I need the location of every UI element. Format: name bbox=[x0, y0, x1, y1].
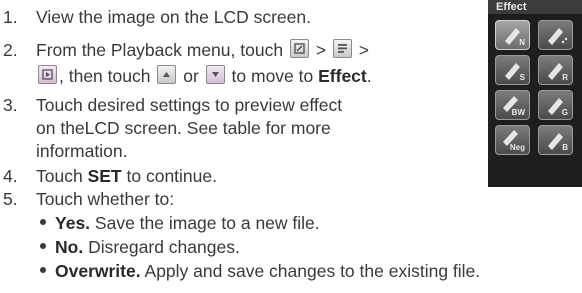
step-text-part: Touch bbox=[36, 166, 83, 186]
playback-icon bbox=[38, 65, 57, 84]
down-arrow-icon bbox=[205, 65, 225, 84]
option-label: No. bbox=[55, 237, 84, 257]
option-description: Save the image to a new file. bbox=[94, 213, 320, 233]
step-text: From the Playback menu, touch > > bbox=[36, 38, 369, 62]
bullet-dot bbox=[40, 243, 46, 249]
step-number: 5. bbox=[3, 189, 18, 209]
tile-label: G bbox=[561, 108, 568, 117]
bullet-dot bbox=[40, 219, 46, 225]
effect-tile-bw[interactable]: BW bbox=[495, 90, 530, 120]
effect-tile-sepia[interactable]: S bbox=[495, 55, 530, 85]
list-item: Overwrite. Apply and save changes to the… bbox=[40, 259, 480, 283]
step-text-part: to continue. bbox=[126, 166, 217, 186]
tile-label: BW bbox=[511, 108, 525, 117]
effect-tile-red[interactable]: R bbox=[538, 55, 573, 85]
bullet-dot bbox=[40, 267, 46, 273]
effect-tile-2[interactable] bbox=[538, 20, 573, 50]
step-text: on theLCD screen. See table for more bbox=[36, 118, 331, 138]
step-text-part: , then touch bbox=[59, 66, 151, 86]
set-keyword: SET bbox=[87, 166, 122, 186]
menu-icon bbox=[332, 39, 352, 58]
edit-icon bbox=[289, 39, 309, 58]
tile-label: Neg bbox=[509, 143, 525, 152]
step-number: 4. bbox=[3, 166, 18, 186]
option-label: Overwrite. bbox=[55, 261, 141, 281]
step-text-part: > bbox=[358, 40, 370, 60]
step-text: View the image on the LCD screen. bbox=[36, 7, 311, 27]
tile-label: S bbox=[519, 73, 525, 82]
step-text-part: or bbox=[183, 66, 199, 86]
step-number: 2. bbox=[3, 40, 18, 60]
step-text-part: . bbox=[366, 66, 372, 86]
step-text: Touch SET to continue. bbox=[36, 164, 217, 188]
tile-label: N bbox=[519, 38, 525, 47]
step-text: Touch whether to: bbox=[36, 189, 175, 209]
effect-tile-negative[interactable]: Neg bbox=[495, 125, 530, 155]
lcd-effect-screen: Effect N S R BW G Neg B bbox=[488, 0, 582, 187]
step-text-part: to move to bbox=[231, 66, 314, 86]
list-item: No. Disregard changes. bbox=[40, 235, 240, 259]
step-text-part: From the Playback menu, touch bbox=[36, 40, 284, 60]
option-description: Disregard changes. bbox=[88, 237, 240, 257]
step-text: , then touch or to move to Effect. bbox=[36, 64, 372, 88]
step-number: 1. bbox=[3, 7, 18, 27]
lcd-title: Effect bbox=[496, 1, 527, 13]
effect-keyword: Effect bbox=[318, 66, 367, 86]
option-description: Apply and save changes to the existing f… bbox=[144, 261, 481, 281]
tile-label: R bbox=[562, 73, 568, 82]
up-arrow-icon bbox=[157, 65, 177, 84]
effect-tile-green[interactable]: G bbox=[538, 90, 573, 120]
list-item: Yes. Save the image to a new file. bbox=[40, 211, 320, 235]
step-text: Touch desired settings to preview effect bbox=[36, 95, 343, 115]
option-label: Yes. bbox=[55, 213, 91, 233]
tile-label: B bbox=[562, 143, 568, 152]
step-number: 3. bbox=[3, 95, 18, 115]
effect-tile-blue[interactable]: B bbox=[538, 125, 573, 155]
step-text: information. bbox=[36, 141, 128, 161]
effect-tile-normal[interactable]: N bbox=[495, 20, 530, 50]
step-text-part: > bbox=[315, 40, 327, 60]
